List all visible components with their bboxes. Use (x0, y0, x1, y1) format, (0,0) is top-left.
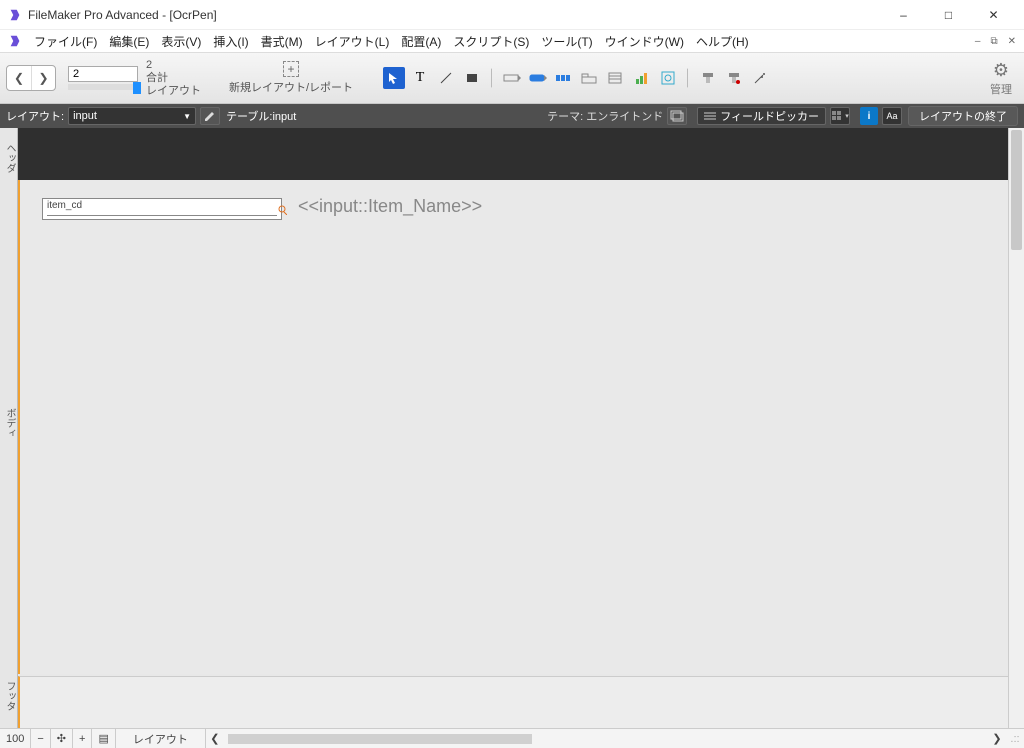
maximize-button[interactable]: □ (926, 0, 971, 29)
doc-minimize-button[interactable]: – (975, 36, 981, 47)
portal-tool[interactable] (605, 67, 627, 89)
zoom-value[interactable]: 100 (0, 729, 31, 748)
grid-button[interactable]: ▾ (830, 107, 850, 125)
record-nav (68, 66, 138, 90)
field-label: item_cd (47, 200, 82, 211)
menu-window[interactable]: ウインドウ(W) (599, 31, 690, 52)
chart-tool[interactable] (631, 67, 653, 89)
toolbar: ❮ ❯ 2 合計 レイアウト + 新規レイアウト/レポート T ⚙ 管理 (0, 52, 1024, 104)
edit-layout-button[interactable] (200, 107, 220, 125)
webviewer-tool[interactable] (657, 67, 679, 89)
record-info: 2 合計 レイアウト (146, 59, 201, 98)
plus-icon: + (283, 61, 299, 77)
separator (491, 68, 493, 88)
menu-format[interactable]: 書式(M) (255, 31, 309, 52)
selection-tool[interactable] (383, 67, 405, 89)
canvas-wrapper: ヘッダ ボディ フッタ item_cd <<input::Item_Name>> (0, 128, 1024, 736)
layout-bar: レイアウト: input ▼ テーブル:input テーマ: エンライトンド フ… (0, 104, 1024, 128)
new-layout-button[interactable]: + 新規レイアウト/レポート (229, 61, 353, 95)
menu-edit[interactable]: 編集(E) (103, 31, 155, 52)
menu-layout[interactable]: レイアウト(L) (309, 31, 396, 52)
part-header-label[interactable]: ヘッダ (2, 143, 17, 173)
menu-view[interactable]: 表示(V) (155, 31, 207, 52)
doc-restore-button[interactable]: ⧉ (990, 36, 997, 47)
menu-file[interactable]: ファイル(F) (28, 31, 103, 52)
doc-close-button[interactable]: ✕ (1008, 36, 1016, 47)
layout-selector[interactable]: input ▼ (68, 107, 196, 125)
menu-bar: ファイル(F) 編集(E) 表示(V) 挿入(I) 書式(M) レイアウト(L)… (0, 30, 1024, 52)
rect-tool[interactable] (461, 67, 483, 89)
mode-label: レイアウト (146, 85, 201, 98)
buttonbar-tool[interactable] (553, 67, 575, 89)
doc-icon (8, 34, 22, 48)
field-item-cd[interactable]: item_cd (42, 198, 282, 220)
minimize-button[interactable]: – (881, 0, 926, 29)
record-number-input[interactable] (68, 66, 138, 82)
layout-label: レイアウト: (6, 108, 64, 124)
new-layout-label: 新規レイアウト/レポート (229, 79, 353, 95)
layout-name: input (73, 110, 97, 122)
menu-insert[interactable]: 挿入(I) (207, 31, 254, 52)
window-titlebar: FileMaker Pro Advanced - [OcrPen] – □ ✕ (0, 0, 1024, 30)
nav-prev-button[interactable]: ❮ (7, 66, 31, 90)
field-picker-label: フィールドピッカー (720, 108, 819, 124)
button-tool[interactable] (527, 67, 549, 89)
nav-group: ❮ ❯ (6, 65, 56, 91)
zoom-out-button[interactable]: − (31, 729, 50, 748)
layout-tools: T (383, 67, 771, 89)
tabcontrol-tool[interactable] (579, 67, 601, 89)
theme-switch-button[interactable] (667, 107, 687, 125)
footer-region[interactable] (18, 676, 1008, 736)
record-total: 2 (146, 59, 201, 72)
merge-field-item-name[interactable]: <<input::Item_Name>> (298, 196, 482, 217)
manage-label: 管理 (990, 81, 1012, 97)
info-button[interactable]: i (860, 107, 878, 125)
menu-help[interactable]: ヘルプ(H) (690, 31, 755, 52)
menu-tools[interactable]: ツール(T) (535, 31, 598, 52)
zoom-in-button[interactable]: + (73, 729, 92, 748)
scroll-right-button[interactable]: ❯ (988, 732, 1006, 745)
close-button[interactable]: ✕ (971, 0, 1016, 29)
panel-toggle[interactable]: ▤ (92, 729, 115, 748)
field-picker-button[interactable]: フィールドピッカー (697, 107, 826, 125)
list-icon (704, 111, 716, 121)
line-tool[interactable] (435, 67, 457, 89)
theme-label: テーマ: エンライトンド (547, 108, 663, 124)
record-slider[interactable] (68, 84, 138, 90)
field-tool[interactable] (501, 67, 523, 89)
text-tool[interactable]: T (409, 67, 431, 89)
body-region[interactable] (18, 180, 1008, 674)
nav-next-button[interactable]: ❯ (31, 66, 55, 90)
magic-tool[interactable] (749, 67, 771, 89)
format-painter[interactable] (697, 67, 719, 89)
doc-window-controls: – ⧉ ✕ (975, 36, 1016, 47)
total-label: 合計 (146, 72, 201, 85)
resize-grip[interactable]: .:: (1006, 733, 1024, 745)
vertical-scrollbar[interactable] (1008, 128, 1024, 736)
menu-scripts[interactable]: スクリプト(S) (447, 31, 535, 52)
format-painter-2[interactable] (723, 67, 745, 89)
zoom-fit-button[interactable]: ✣ (51, 729, 73, 748)
layout-canvas[interactable]: item_cd <<input::Item_Name>> (18, 128, 1008, 736)
app-icon (8, 8, 22, 22)
chevron-down-icon: ▼ (183, 112, 191, 121)
part-footer-label[interactable]: フッタ (2, 681, 17, 711)
text-style-button[interactable]: Aa (882, 107, 902, 125)
horizontal-scrollbar[interactable] (228, 732, 988, 746)
mode-indicator[interactable]: レイアウト (116, 729, 206, 748)
manage-button[interactable]: ⚙ 管理 (990, 60, 1012, 97)
menu-arrange[interactable]: 配置(A) (395, 31, 447, 52)
table-label: テーブル:input (226, 108, 296, 124)
gear-icon: ⚙ (990, 60, 1012, 81)
window-title: FileMaker Pro Advanced - [OcrPen] (28, 8, 881, 22)
header-region[interactable] (18, 128, 1008, 180)
status-bar: 100 − ✣ + ▤ レイアウト ❮ ❯ .:: (0, 728, 1024, 748)
separator (687, 68, 689, 88)
scroll-left-button[interactable]: ❮ (206, 732, 224, 745)
exit-layout-button[interactable]: レイアウトの終了 (908, 106, 1018, 126)
part-strip: ヘッダ ボディ フッタ (0, 128, 18, 736)
part-body-label[interactable]: ボディ (2, 408, 17, 438)
lookup-icon (277, 205, 287, 215)
